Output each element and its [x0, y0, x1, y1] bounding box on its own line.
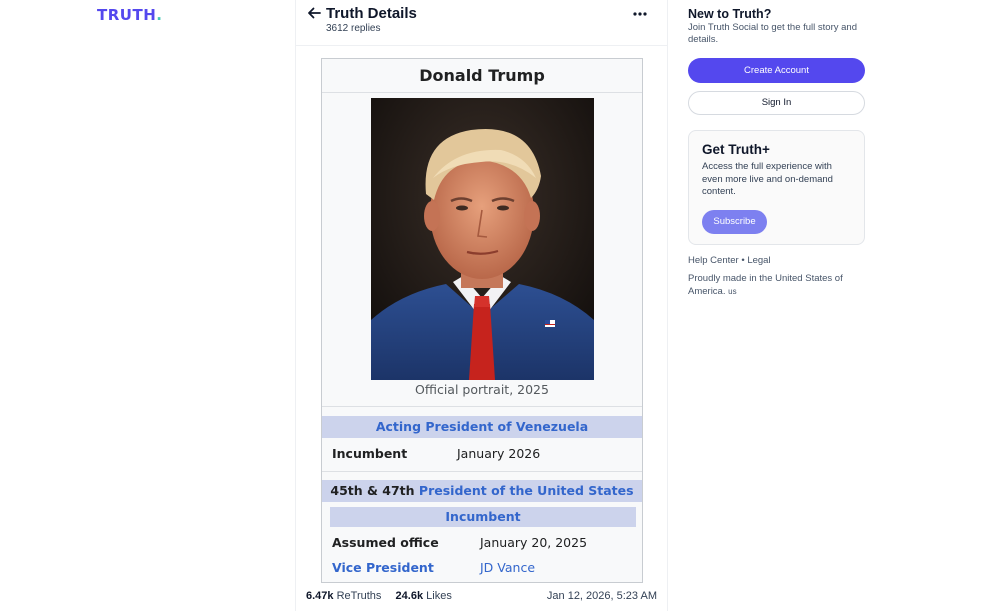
portrait-caption: Official portrait, 2025 — [415, 382, 549, 397]
truth-detail-column: Truth Details 3612 replies Donald Trump — [295, 0, 668, 611]
incumbent-date: January 2026 — [457, 446, 541, 461]
legal-link[interactable]: Legal — [747, 255, 770, 266]
incumbent-band: Incumbent — [330, 507, 636, 527]
portrait-image — [371, 98, 594, 380]
replies-count: 3612 replies — [326, 23, 381, 34]
vice-president-label: Vice President — [332, 560, 434, 575]
sign-in-button[interactable]: Sign In — [688, 91, 865, 115]
office-venezuela-header: Acting President of Venezuela — [322, 416, 642, 438]
engagement-stats: 6.47k ReTruths 24.6k Likes — [306, 590, 452, 602]
create-account-button[interactable]: Create Account — [688, 58, 865, 83]
infobox-divider — [322, 471, 642, 472]
footer-links: Help Center • Legal — [688, 255, 771, 266]
footer-separator: • — [741, 255, 745, 266]
assumed-office-date: January 20, 2025 — [480, 535, 588, 550]
truth-plus-title: Get Truth+ — [702, 142, 770, 157]
post-image[interactable]: Donald Trump Official portrait, 2025 Act… — [321, 58, 643, 583]
assumed-office-label: Assumed office — [332, 535, 439, 550]
post-timestamp: Jan 12, 2026, 5:23 AM — [546, 590, 657, 602]
country-code: us — [728, 286, 737, 296]
made-in-usa-text: Proudly made in the United States of Ame… — [688, 273, 843, 297]
incumbent-label: Incumbent — [332, 446, 408, 461]
infobox-divider — [322, 406, 642, 407]
truth-social-logo[interactable]: TRUTH. — [97, 6, 162, 24]
truth-plus-card: Get Truth+ Access the full experience wi… — [688, 130, 865, 245]
arrow-left-icon[interactable] — [306, 5, 322, 21]
more-horizontal-icon[interactable] — [632, 8, 648, 20]
subscribe-button[interactable]: Subscribe — [702, 210, 767, 234]
retruths-stat[interactable]: 6.47k ReTruths — [306, 590, 381, 602]
likes-stat[interactable]: 24.6k Likes — [396, 590, 452, 602]
detail-header: Truth Details 3612 replies — [296, 0, 667, 46]
signup-text: Join Truth Social to get the full story … — [688, 22, 857, 45]
help-center-link[interactable]: Help Center — [688, 255, 739, 266]
signup-title: New to Truth? — [688, 7, 772, 21]
infobox-title: Donald Trump — [322, 59, 642, 93]
truth-plus-text: Access the full experience with even mor… — [702, 161, 833, 197]
office-us-header: 45th & 47th President of the United Stat… — [322, 480, 642, 502]
page-title: Truth Details — [326, 5, 417, 22]
vice-president-name: JD Vance — [480, 560, 536, 575]
